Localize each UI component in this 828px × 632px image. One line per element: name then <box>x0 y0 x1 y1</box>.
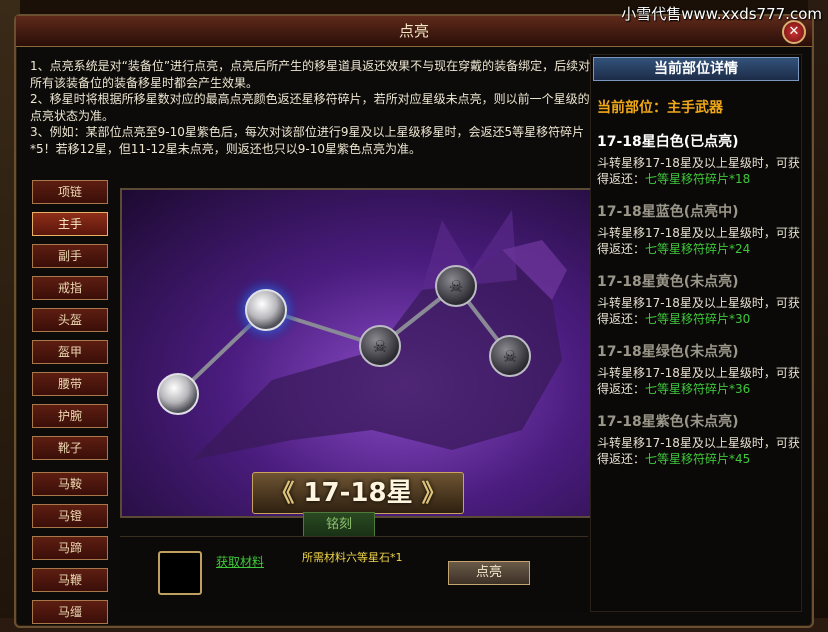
rules-notes: 1、点亮系统是对“装备位”进行点亮，点亮后所产生的移星道具返还效果不与现在穿戴的… <box>30 58 594 176</box>
tier-name: 17-18星蓝色(点亮中) <box>597 204 739 220</box>
required-materials: 所需材料六等星石*1 <box>302 551 403 564</box>
tier-desc: 斗转星移17-18星及以上星级时，可获得返还：七等星移符碎片*24 <box>597 226 800 256</box>
star-node-4[interactable]: ☠ <box>435 265 477 307</box>
tab-boots[interactable]: 靴子 <box>32 436 108 460</box>
svg-text:☠: ☠ <box>503 347 517 366</box>
star-level-label: 17-18星 <box>303 478 413 508</box>
tab-belt[interactable]: 腰带 <box>32 372 108 396</box>
detail-header: 当前部位详情 <box>593 57 799 81</box>
tier-name: 17-18星紫色(未点亮) <box>597 414 739 430</box>
light-up-dialog: 点亮 ✕ 1、点亮系统是对“装备位”进行点亮，点亮后所产生的移星道具返还效果不与… <box>14 14 814 628</box>
tier-desc: 斗转星移17-18星及以上星级时，可获得返还：七等星移符碎片*30 <box>597 296 800 326</box>
tier-desc: 斗转星移17-18星及以上星级时，可获得返还：七等星移符碎片*45 <box>597 436 800 466</box>
tab-bracer[interactable]: 护腕 <box>32 404 108 428</box>
tier-yellow: 17-18星黄色(未点亮) 斗转星移17-18星及以上星级时，可获得返还：七等星… <box>597 271 801 327</box>
tier-desc: 斗转星移17-18星及以上星级时，可获得返还：七等星移符碎片*18 <box>597 156 800 186</box>
tab-reins[interactable]: 马缰 <box>32 600 108 624</box>
rule-3: 3、例如：某部位点亮至9-10星紫色后，每次对该部位进行9星及以上星级移星时，会… <box>30 125 585 156</box>
light-up-button[interactable]: 点亮 <box>448 561 530 585</box>
star-node-1[interactable] <box>157 373 199 415</box>
tab-whip[interactable]: 马鞭 <box>32 568 108 592</box>
tier-name: 17-18星绿色(未点亮) <box>597 344 739 360</box>
slot-detail-panel: 当前部位详情 当前部位：主手武器 17-18星白色(已点亮) 斗转星移17-18… <box>590 54 802 612</box>
tier-white: 17-18星白色(已点亮) 斗转星移17-18星及以上星级时，可获得返还：七等星… <box>597 131 801 187</box>
tier-name: 17-18星白色(已点亮) <box>597 134 739 150</box>
tab-helmet[interactable]: 头盔 <box>32 308 108 332</box>
tier-name: 17-18星黄色(未点亮) <box>597 274 739 290</box>
tab-main-hand[interactable]: 主手 <box>32 212 108 236</box>
watermark: 小雪代售www.xxds777.com <box>621 5 822 23</box>
tier-green: 17-18星绿色(未点亮) 斗转星移17-18星及以上星级时，可获得返还：七等星… <box>597 341 801 397</box>
tab-ring[interactable]: 戒指 <box>32 276 108 300</box>
tab-armor[interactable]: 盔甲 <box>32 340 108 364</box>
slot-tab-list: 项链 主手 副手 戒指 头盔 盔甲 腰带 护腕 靴子 马鞍 马镫 马蹄 马鞭 马… <box>32 180 118 632</box>
tab-necklace[interactable]: 项链 <box>32 180 108 204</box>
star-node-2[interactable] <box>245 289 287 331</box>
tab-horseshoe[interactable]: 马蹄 <box>32 536 108 560</box>
rule-1: 1、点亮系统是对“装备位”进行点亮，点亮后所产生的移星道具返还效果不与现在穿戴的… <box>30 59 591 90</box>
current-part-title: 当前部位：主手武器 <box>597 100 723 116</box>
star-level-banner: 《 17-18星 》 <box>252 472 464 514</box>
acquire-materials-link[interactable]: 获取材料 <box>216 553 264 570</box>
chevron-left-icon[interactable]: 《 <box>270 479 294 507</box>
engrave-button[interactable]: 铭刻 <box>303 512 375 538</box>
material-bar: 获取材料 所需材料六等星石*1 点亮 <box>120 536 588 613</box>
star-node-3[interactable]: ☠ <box>359 325 401 367</box>
rule-2: 2、移星时将根据所移星数对应的最高点亮颜色返还星移符碎片，若所对应星级未点亮，则… <box>30 92 590 123</box>
star-node-5[interactable]: ☠ <box>489 335 531 377</box>
tier-blue: 17-18星蓝色(点亮中) 斗转星移17-18星及以上星级时，可获得返还：七等星… <box>597 201 801 257</box>
tab-off-hand[interactable]: 副手 <box>32 244 108 268</box>
chevron-right-icon[interactable]: 》 <box>422 479 446 507</box>
tier-desc: 斗转星移17-18星及以上星级时，可获得返还：七等星移符碎片*36 <box>597 366 800 396</box>
svg-text:☠: ☠ <box>373 337 387 356</box>
tier-purple: 17-18星紫色(未点亮) 斗转星移17-18星及以上星级时，可获得返还：七等星… <box>597 411 801 467</box>
dragon-constellation: ☠ ☠ ☠ <box>157 210 567 460</box>
material-slot[interactable] <box>158 551 202 595</box>
tab-saddle[interactable]: 马鞍 <box>32 472 108 496</box>
svg-text:☠: ☠ <box>449 277 463 296</box>
tab-stirrup[interactable]: 马镫 <box>32 504 108 528</box>
constellation-scene: ☠ ☠ ☠ 《 17-18星 》 <box>120 188 592 518</box>
